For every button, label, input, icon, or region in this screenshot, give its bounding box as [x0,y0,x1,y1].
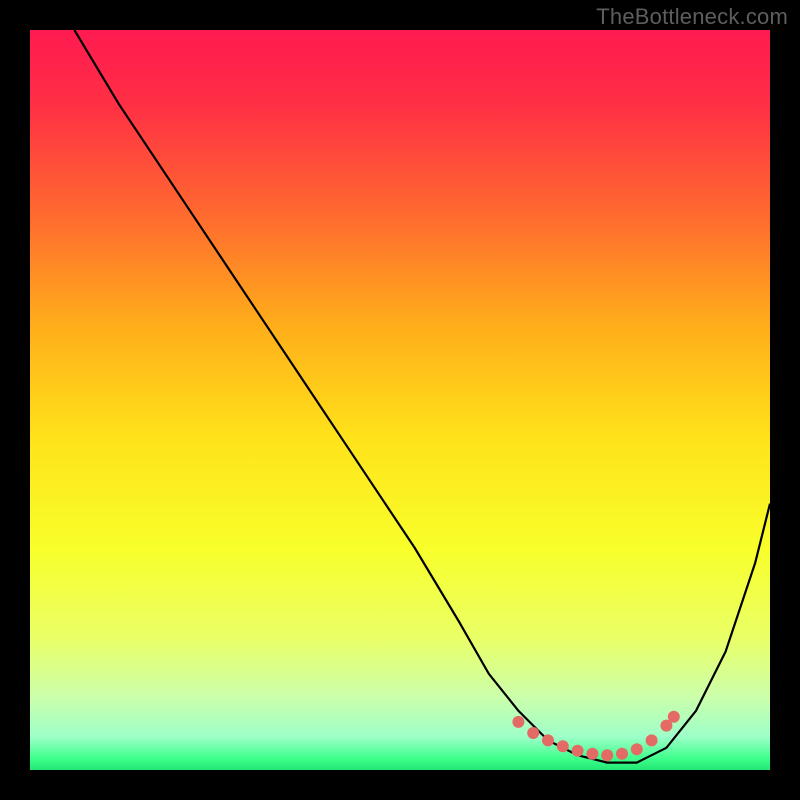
marker-dot [542,734,554,746]
chart-frame: TheBottleneck.com [0,0,800,800]
marker-dot [668,711,680,723]
watermark-text: TheBottleneck.com [596,4,788,30]
plot-area [30,30,770,770]
marker-dot [512,716,524,728]
marker-dot [557,740,569,752]
marker-dot [646,734,658,746]
marker-dot [527,727,539,739]
marker-dot [601,749,613,761]
gradient-background [30,30,770,770]
marker-dot [586,748,598,760]
marker-dot [572,745,584,757]
chart-svg [30,30,770,770]
marker-dot [616,748,628,760]
marker-dot [631,743,643,755]
